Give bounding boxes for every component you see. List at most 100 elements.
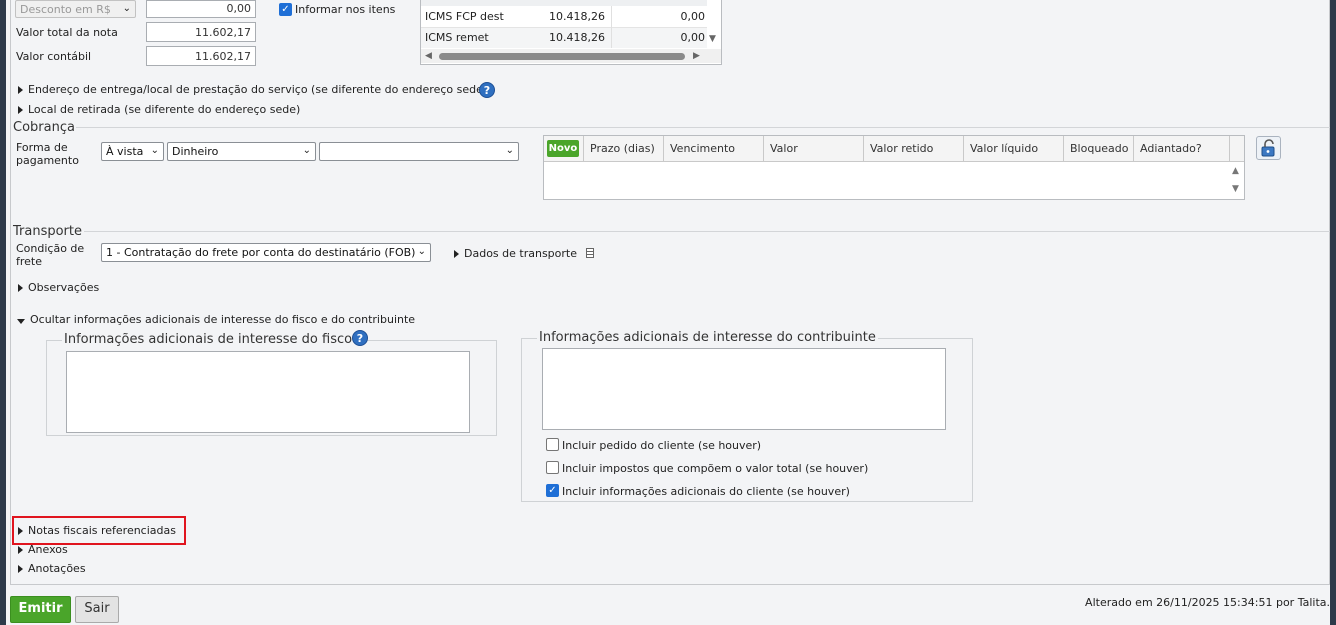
left-window-edge [0,0,6,625]
tax-base: 10.418,26 [549,31,605,44]
observations-label: Observações [28,281,100,294]
pickup-location-label: Local de retirada (se diferente do ender… [28,103,301,116]
column-header-prazo[interactable]: Prazo (dias) [583,136,663,162]
scroll-down-arrow-icon[interactable]: ▼ [1232,184,1239,194]
unlock-icon [1261,139,1275,157]
payment-type-value: Dinheiro [172,145,219,158]
expand-arrow-icon [18,106,23,114]
annotations-label: Anotações [28,562,86,575]
help-icon[interactable]: ? [352,330,368,346]
column-header-adiantado[interactable]: Adiantado? [1133,136,1229,162]
column-header-spacer [1229,136,1244,162]
collapse-arrow-icon [17,319,25,324]
cobranca-title: Cobrança [13,120,75,135]
chevron-down-icon: ⌄ [150,145,159,156]
section-divider [76,127,1330,128]
expand-arrow-icon [18,565,23,573]
emit-button[interactable]: Emitir [10,596,71,623]
chevron-down-icon: ⌄ [417,246,426,257]
contribuinte-info-legend: Informações adicionais de interesse do c… [537,330,878,345]
expand-arrow-icon [18,527,23,535]
freight-condition-label: Condição de frete [16,242,84,268]
freight-condition-select[interactable]: 1 - Contratação do frete por conta do de… [101,243,431,262]
table-row: ICMS remet 10.418,26 0,00 [421,28,707,48]
chevron-down-icon: ⌄ [302,145,311,156]
scroll-up-arrow-icon[interactable]: ▲ [1232,166,1239,176]
tax-table: ICMS FCP dest 10.418,26 0,00 ICMS remet … [420,0,722,65]
column-divider [611,28,612,48]
observations-toggle[interactable]: Observações [18,281,99,294]
payment-type-select[interactable]: Dinheiro ⌄ [167,142,316,161]
installments-grid: Novo Prazo (dias) Vencimento Valor Valor… [543,135,1245,200]
scroll-right-icon[interactable]: ▶ [693,51,700,61]
tax-base: 10.418,26 [549,10,605,23]
include-customer-order-checkbox[interactable] [546,438,559,451]
contribuinte-info-textarea[interactable] [542,348,946,430]
expand-arrow-icon [18,546,23,554]
horizontal-scrollbar[interactable]: ◀ ▶ [421,49,721,63]
column-divider [611,6,612,28]
payment-condition-select[interactable]: À vista ⌄ [101,142,164,161]
fisco-info-legend: Informações adicionais de interesse do f… [62,332,355,347]
total-label: Valor total da nota [16,26,118,39]
payment-label-line2: pagamento [16,154,79,167]
tax-name: ICMS remet [425,31,489,44]
payment-label-line1: Forma de [16,141,68,154]
payment-method-label: Forma de pagamento [16,141,79,167]
tax-value: 0,00 [680,10,706,23]
column-header-valor[interactable]: Valor [763,136,863,162]
pickup-location-toggle[interactable]: Local de retirada (se diferente do ender… [18,103,300,116]
referenced-invoices-toggle[interactable]: Notas fiscais referenciadas [18,524,176,537]
fisco-info-textarea[interactable] [66,351,470,433]
inform-items-label: Informar nos itens [295,3,396,16]
transport-data-toggle[interactable]: Dados de transporte [454,247,594,260]
transport-data-label: Dados de transporte [464,247,577,260]
additional-info-toggle[interactable]: Ocultar informações adicionais de intere… [17,313,415,326]
transporte-title: Transporte [13,224,82,239]
discount-value-field[interactable]: 0,00 [146,0,256,18]
attachments-toggle[interactable]: Anexos [18,543,68,556]
tax-value: 0,00 [680,31,706,44]
delivery-address-toggle[interactable]: Endereço de entrega/local de prestação d… [18,83,487,96]
column-header-bloqueado[interactable]: Bloqueado [1063,136,1133,162]
discount-type-select[interactable]: Desconto em R$ ⌄ [15,0,136,18]
exit-button[interactable]: Sair [75,596,119,623]
help-icon[interactable]: ? [479,82,495,98]
table-row: ICMS FCP dest 10.418,26 0,00 [421,6,707,28]
last-modified-status: Alterado em 26/11/2025 15:34:51 por Tali… [1085,596,1330,609]
chevron-down-icon: ⌄ [505,145,514,156]
expand-arrow-icon [18,86,23,94]
referenced-invoices-label: Notas fiscais referenciadas [28,524,176,537]
scrollbar-thumb[interactable] [439,53,685,60]
accounting-value-field[interactable]: 11.602,17 [146,46,256,66]
document-icon [585,248,594,258]
grid-header: Novo Prazo (dias) Vencimento Valor Valor… [544,136,1244,162]
column-header-valor-liquido[interactable]: Valor líquido [963,136,1063,162]
right-window-edge [1330,0,1336,625]
section-divider [84,231,1330,232]
inform-items-checkbox[interactable]: ✓ [279,3,292,16]
payment-condition-value: À vista [106,145,144,158]
new-installment-button[interactable]: Novo [547,140,579,157]
freight-condition-value: 1 - Contratação do frete por conta do de… [106,246,416,259]
scroll-down-arrow-icon[interactable]: ▼ [709,34,716,44]
tax-name: ICMS FCP dest [425,10,504,23]
expand-arrow-icon [454,250,459,258]
expand-arrow-icon [18,284,23,292]
scroll-left-icon[interactable]: ◀ [425,51,432,61]
discount-type-value: Desconto em R$ [20,3,111,16]
include-customer-info-label: Incluir informações adicionais do client… [562,485,850,498]
payment-extra-select[interactable]: ⌄ [319,142,519,161]
freight-label-line1: Condição de [16,242,85,255]
include-taxes-checkbox[interactable] [546,461,559,474]
chevron-down-icon: ⌄ [122,3,131,14]
additional-info-toggle-label: Ocultar informações adicionais de intere… [30,313,416,326]
total-value-field[interactable]: 11.602,17 [146,22,256,42]
unlock-button[interactable] [1256,136,1281,160]
include-customer-info-checkbox[interactable]: ✓ [546,484,559,497]
column-header-valor-retido[interactable]: Valor retido [863,136,963,162]
attachments-label: Anexos [28,543,68,556]
column-header-vencimento[interactable]: Vencimento [663,136,763,162]
annotations-toggle[interactable]: Anotações [18,562,86,575]
accounting-label: Valor contábil [16,50,92,63]
